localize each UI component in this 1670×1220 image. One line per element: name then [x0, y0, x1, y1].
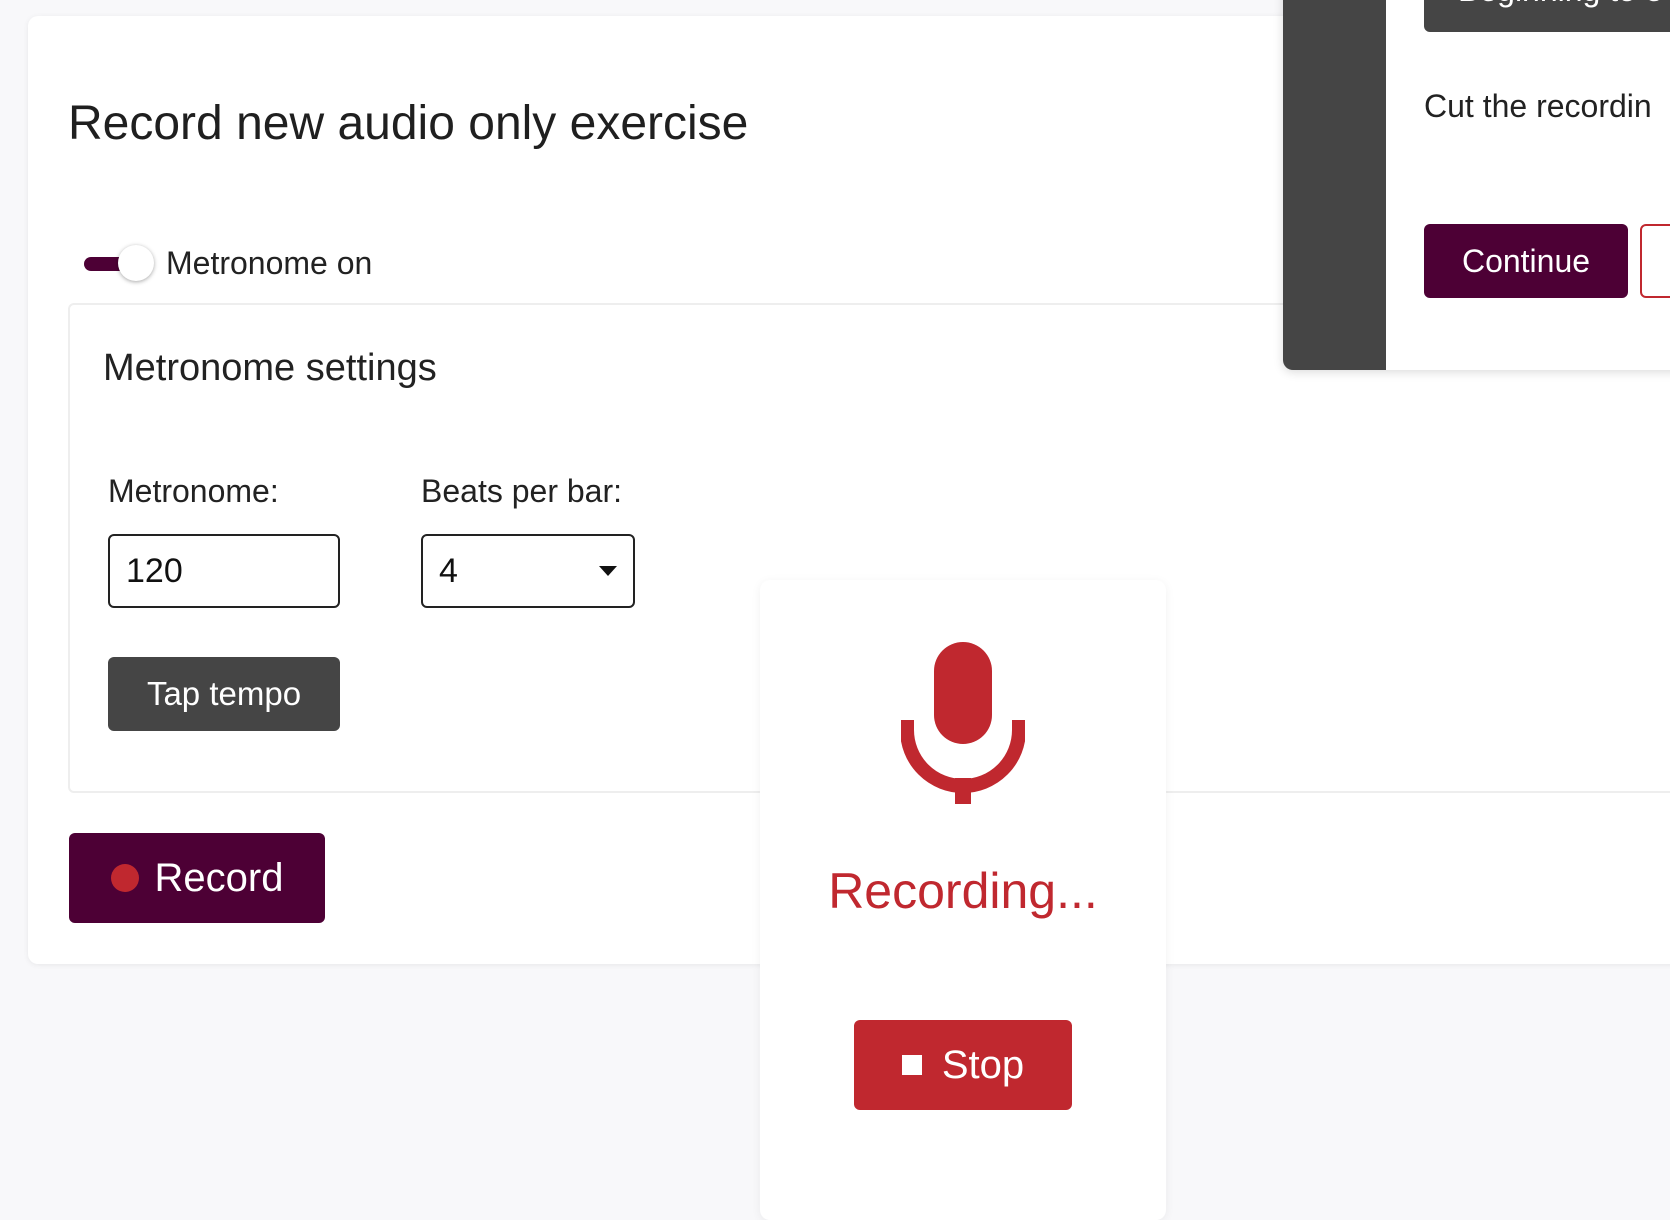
- recording-status: Recording...: [828, 863, 1098, 919]
- beats-per-bar-value: 4: [439, 551, 458, 590]
- recording-panel: Recording... Stop: [760, 580, 1166, 1220]
- stop-button-label: Stop: [941, 1042, 1025, 1087]
- metronome-toggle-label: Metronome on: [166, 244, 373, 281]
- tap-tempo-button[interactable]: Tap tempo: [108, 657, 340, 731]
- stop-button[interactable]: Stop: [854, 1020, 1072, 1110]
- record-button[interactable]: Record: [69, 833, 325, 923]
- microphone-icon: [901, 642, 1025, 804]
- continue-button[interactable]: Continue: [1424, 224, 1628, 298]
- dialog-secondary-button[interactable]: [1640, 224, 1670, 298]
- chevron-down-icon: [599, 566, 617, 576]
- page-title: Record new audio only exercise: [68, 97, 749, 150]
- toggle-knob: [118, 245, 154, 281]
- beats-per-bar-label: Beats per bar:: [421, 473, 622, 509]
- record-dot-icon: [110, 864, 139, 892]
- cut-option-button[interactable]: Beginning to e: [1424, 0, 1670, 32]
- stop-square-icon: [901, 1055, 922, 1075]
- beats-per-bar-select[interactable]: 4: [421, 534, 635, 608]
- bpm-input[interactable]: [108, 534, 340, 608]
- bpm-label: Metronome:: [108, 473, 279, 509]
- metronome-toggle[interactable]: [84, 243, 154, 283]
- metronome-toggle-row: Metronome on: [84, 240, 372, 286]
- record-button-label: Record: [154, 855, 284, 900]
- cut-recording-dialog: Beginning to e Cut the recordin Continue: [1283, 0, 1670, 370]
- dialog-sidebar: [1283, 0, 1386, 370]
- metronome-settings-title: Metronome settings: [103, 347, 437, 389]
- dialog-message: Cut the recordin: [1424, 88, 1652, 124]
- dialog-body: Beginning to e Cut the recordin Continue: [1386, 0, 1670, 370]
